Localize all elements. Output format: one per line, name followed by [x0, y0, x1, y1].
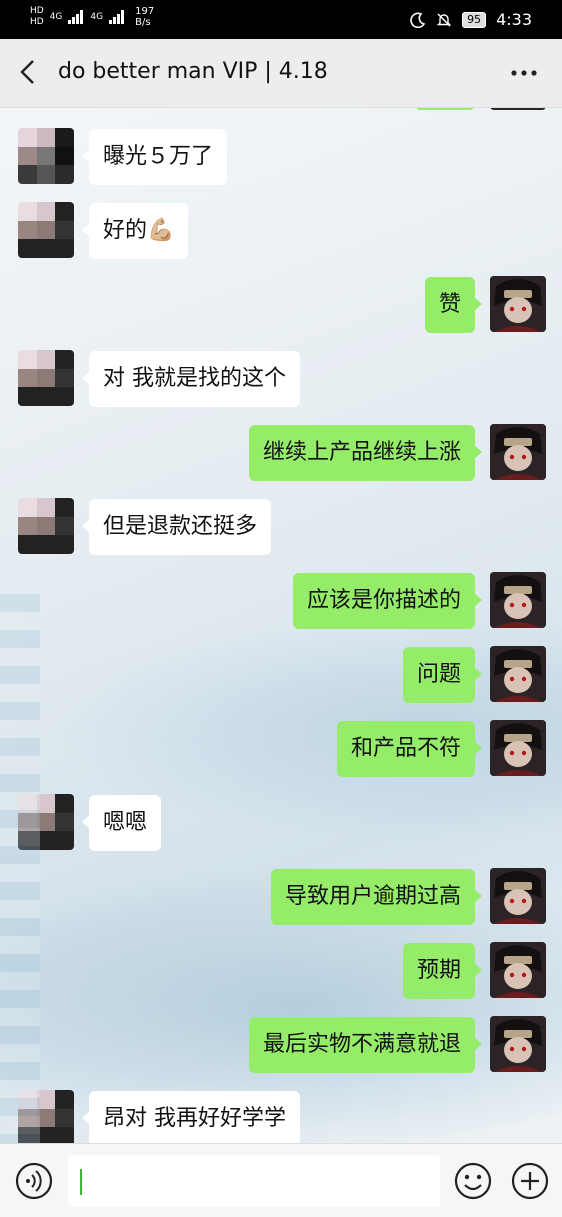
chat-message-list[interactable]: 曝光５万了好的💪🏼 赞对 我就是找的这个继续上产品继续上涨但是退款还挺多 应该是你描…: [0, 108, 562, 1143]
network-type-top: HD: [30, 6, 44, 16]
emoji-icon[interactable]: [453, 1161, 493, 1201]
incoming-message: 昂对 我再好好学学: [0, 1090, 562, 1143]
voice-icon[interactable]: [14, 1161, 54, 1201]
chat-title: do better man VIP | 4.18: [58, 59, 328, 84]
outgoing-message: 导致用户逾期过高: [0, 868, 562, 928]
message-bubble[interactable]: 好的💪🏼: [81, 203, 189, 259]
avatar[interactable]: [490, 646, 546, 702]
message-bubble[interactable]: 昂对 我再好好学学: [82, 1091, 300, 1143]
moon-icon: [410, 12, 426, 28]
outgoing-message: 继续上产品继续上涨: [0, 424, 562, 484]
incoming-message: 好的💪🏼: [0, 202, 562, 262]
avatar[interactable]: [490, 942, 546, 998]
signal-label-2: 4G: [90, 11, 104, 22]
message-bubble[interactable]: 和产品不符: [336, 721, 483, 777]
network-speed: 197 B/s: [135, 6, 154, 28]
speed-value: 197: [135, 6, 155, 17]
status-bar: HD HD 4G 4G 197 B/s 95 4:33: [0, 0, 562, 39]
avatar[interactable]: [18, 128, 74, 184]
chat-header: do better man VIP | 4.18: [0, 39, 562, 108]
avatar[interactable]: [490, 424, 546, 480]
input-bar: [0, 1143, 562, 1217]
avatar[interactable]: [18, 202, 74, 258]
message-bubble[interactable]: 对 我就是找的这个: [82, 351, 300, 407]
battery-indicator: 95: [462, 11, 487, 28]
incoming-message: 对 我就是找的这个: [0, 350, 562, 410]
message-bubble[interactable]: 应该是你描述的: [292, 573, 483, 629]
message-bubble[interactable]: 继续上产品继续上涨: [248, 425, 483, 481]
message-input[interactable]: [68, 1155, 440, 1207]
outgoing-message: 预期: [0, 942, 562, 1002]
outgoing-message: 问题: [0, 646, 562, 706]
avatar[interactable]: [490, 720, 546, 776]
text-caret: [80, 1169, 82, 1195]
speed-unit: B/s: [135, 17, 151, 28]
plus-icon[interactable]: [510, 1161, 550, 1201]
background-pixelation: [0, 588, 40, 1143]
partial-avatar: [490, 108, 546, 110]
incoming-message: 曝光５万了: [0, 128, 562, 188]
message-bubble[interactable]: 但是退款还挺多: [81, 499, 272, 555]
avatar[interactable]: [490, 276, 546, 332]
clock: 4:33: [496, 10, 532, 29]
incoming-message: 嗯嗯: [0, 794, 562, 854]
avatar[interactable]: [18, 350, 74, 406]
message-bubble[interactable]: 问题: [402, 647, 483, 703]
back-icon[interactable]: [16, 57, 40, 87]
partial-outgoing-bubble: [416, 108, 474, 110]
outgoing-message: 最后实物不满意就退: [0, 1016, 562, 1076]
outgoing-message: 应该是你描述的: [0, 572, 562, 632]
mute-bell-icon: [436, 13, 452, 26]
avatar[interactable]: [490, 868, 546, 924]
message-bubble[interactable]: 嗯嗯: [81, 795, 162, 851]
outgoing-message: 赞: [0, 276, 562, 336]
message-bubble[interactable]: 导致用户逾期过高: [270, 869, 483, 925]
message-bubble[interactable]: 最后实物不满意就退: [248, 1017, 483, 1073]
network-type-bottom: HD: [30, 17, 44, 27]
avatar[interactable]: [490, 572, 546, 628]
avatar[interactable]: [18, 498, 74, 554]
avatar[interactable]: [490, 1016, 546, 1072]
incoming-message: 但是退款还挺多: [0, 498, 562, 558]
more-icon[interactable]: [510, 69, 538, 77]
signal-icon: [68, 10, 84, 24]
signal-label-1: 4G: [49, 11, 63, 22]
message-bubble[interactable]: 预期: [402, 943, 483, 999]
outgoing-message: 和产品不符: [0, 720, 562, 780]
message-bubble[interactable]: 曝光５万了: [81, 129, 228, 185]
message-bubble[interactable]: 赞: [424, 277, 483, 333]
signal-icon: [109, 10, 125, 24]
